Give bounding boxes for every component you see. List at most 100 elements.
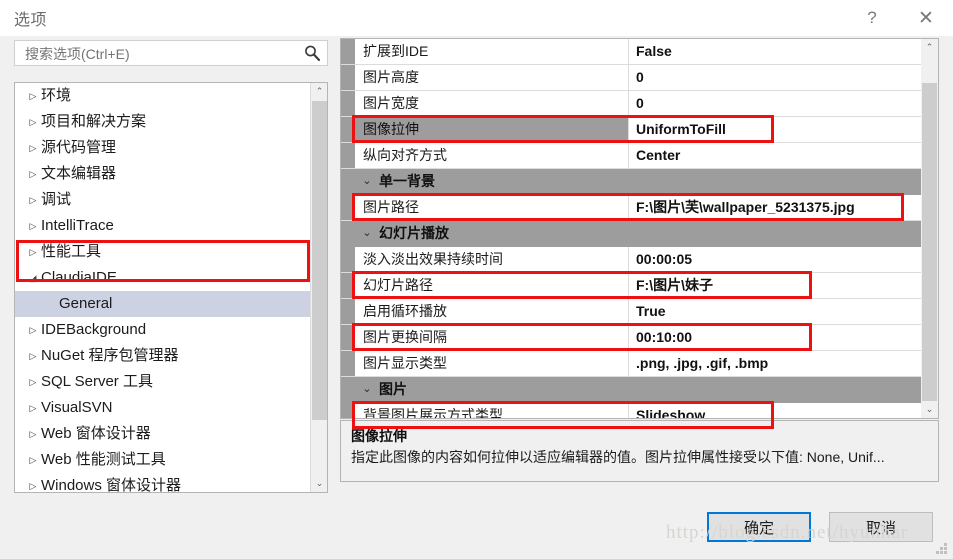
property-grid[interactable]: 扩展到IDE False 图片高度 0 图片宽度 0 图像拉伸 UniformToFill 纵向… — [340, 38, 939, 419]
property-name[interactable]: 扩展到IDE — [355, 39, 629, 64]
property-value[interactable]: 0 — [630, 65, 923, 90]
property-row[interactable]: 启用循环播放 True — [341, 299, 923, 325]
expander-collapsed-icon[interactable]: ▷ — [25, 83, 41, 109]
property-value[interactable]: False — [630, 39, 923, 64]
sidebar-item-idebackground[interactable]: ▷ IDEBackground — [15, 317, 311, 343]
row-gutter — [341, 299, 355, 324]
property-name[interactable]: 背景图片展示方式类型 — [355, 403, 629, 418]
property-value[interactable]: UniformToFill — [630, 117, 923, 142]
expander-collapsed-icon[interactable]: ▷ — [25, 395, 41, 421]
tree-scroll-thumb[interactable] — [312, 101, 327, 420]
property-row[interactable]: 图片高度 0 — [341, 65, 923, 91]
property-row[interactable]: 纵向对齐方式 Center — [341, 143, 923, 169]
property-row[interactable]: 淡入淡出效果持续时间 00:00:05 — [341, 247, 923, 273]
expander-collapsed-icon[interactable]: ▷ — [25, 161, 41, 187]
expander-collapsed-icon[interactable]: ▷ — [25, 109, 41, 135]
chevron-down-glyph: ⌄ — [315, 478, 324, 488]
category-header[interactable]: ⌄ 单一背景 — [341, 169, 923, 194]
property-row[interactable]: 图像拉伸 UniformToFill — [341, 117, 923, 143]
sidebar-item-环境[interactable]: ▷ 环境 — [15, 83, 311, 109]
property-category-row[interactable]: ⌄ 图片 — [341, 377, 923, 403]
property-name[interactable]: 图片路径 — [355, 195, 629, 220]
sidebar-item-性能工具[interactable]: ▷ 性能工具 — [15, 239, 311, 265]
property-row[interactable]: 图片宽度 0 — [341, 91, 923, 117]
sidebar-item-intellitrace[interactable]: ▷ IntelliTrace — [15, 213, 311, 239]
grid-scroll-thumb[interactable] — [922, 83, 937, 401]
help-icon[interactable]: ? — [849, 0, 895, 36]
search-box[interactable] — [14, 40, 328, 67]
property-value[interactable]: 00:00:05 — [630, 247, 923, 272]
search-icon[interactable] — [303, 44, 321, 62]
sidebar-item-调试[interactable]: ▷ 调试 — [15, 187, 311, 213]
sidebar-item-web-窗体设计器[interactable]: ▷ Web 窗体设计器 — [15, 421, 311, 447]
property-name[interactable]: 图片高度 — [355, 65, 629, 90]
property-category-row[interactable]: ⌄ 单一背景 — [341, 169, 923, 195]
property-row[interactable]: 图片更换间隔 00:10:00 — [341, 325, 923, 351]
property-value[interactable]: Slideshow — [630, 403, 923, 418]
property-name[interactable]: 图片宽度 — [355, 91, 629, 116]
sidebar-item-源代码管理[interactable]: ▷ 源代码管理 — [15, 135, 311, 161]
property-value[interactable]: 00:10:00 — [630, 325, 923, 350]
grid-scroll-down-icon[interactable]: ⌄ — [921, 401, 938, 418]
expander-expanded-icon[interactable]: ◢ — [25, 265, 41, 291]
chevron-down-icon[interactable]: ⌄ — [355, 221, 379, 246]
sidebar-item-web-性能测试工具[interactable]: ▷ Web 性能测试工具 — [15, 447, 311, 473]
property-value[interactable]: .png, .jpg, .gif, .bmp — [630, 351, 923, 376]
category-header[interactable]: ⌄ 图片 — [341, 377, 923, 402]
sidebar-item-general[interactable]: General — [15, 291, 311, 317]
search-input[interactable] — [23, 41, 299, 67]
sidebar-item-windows-窗体设计器[interactable]: ▷ Windows 窗体设计器 — [15, 473, 311, 492]
property-category-row[interactable]: ⌄ 幻灯片播放 — [341, 221, 923, 247]
expander-collapsed-icon[interactable]: ▷ — [25, 447, 41, 473]
sidebar-item-label: 项目和解决方案 — [41, 113, 147, 131]
tree-scroll-down-icon[interactable]: ⌄ — [311, 475, 327, 492]
property-row[interactable]: 扩展到IDE False — [341, 39, 923, 65]
row-gutter — [341, 117, 355, 142]
chevron-down-icon[interactable]: ⌄ — [355, 169, 379, 194]
options-tree[interactable]: ▷ 环境 ▷ 项目和解决方案 ▷ 源代码管理 ▷ 文本编辑器 ▷ 调试 ▷ IntelliTrace ▷… — [14, 82, 328, 493]
property-row[interactable]: 幻灯片路径 F:\图片\妹子 — [341, 273, 923, 299]
category-label: 单一背景 — [379, 173, 435, 189]
row-gutter — [341, 39, 355, 64]
property-value[interactable]: F:\图片\芙\wallpaper_5231375.jpg — [630, 195, 923, 220]
property-grid-scrollbar[interactable]: ⌃ ⌄ — [921, 39, 938, 418]
expander-collapsed-icon[interactable]: ▷ — [25, 369, 41, 395]
property-name[interactable]: 淡入淡出效果持续时间 — [355, 247, 629, 272]
sidebar-item-项目和解决方案[interactable]: ▷ 项目和解决方案 — [15, 109, 311, 135]
property-value[interactable]: Center — [630, 143, 923, 168]
category-header[interactable]: ⌄ 幻灯片播放 — [341, 221, 923, 246]
expander-collapsed-icon[interactable]: ▷ — [25, 421, 41, 447]
expander-collapsed-icon[interactable]: ▷ — [25, 187, 41, 213]
expander-collapsed-icon[interactable]: ▷ — [25, 239, 41, 265]
property-row[interactable]: 图片路径 F:\图片\芙\wallpaper_5231375.jpg — [341, 195, 923, 221]
expander-collapsed-icon[interactable]: ▷ — [25, 317, 41, 343]
property-name[interactable]: 幻灯片路径 — [355, 273, 629, 298]
property-name[interactable]: 图片显示类型 — [355, 351, 629, 376]
property-value[interactable]: True — [630, 299, 923, 324]
sidebar-item-visualsvn[interactable]: ▷ VisualSVN — [15, 395, 311, 421]
property-name[interactable]: 纵向对齐方式 — [355, 143, 629, 168]
sidebar-item-文本编辑器[interactable]: ▷ 文本编辑器 — [15, 161, 311, 187]
property-name[interactable]: 图像拉伸 — [355, 117, 629, 142]
close-icon[interactable]: ✕ — [903, 0, 949, 36]
property-name[interactable]: 图片更换间隔 — [355, 325, 629, 350]
expander-collapsed-icon[interactable]: ▷ — [25, 135, 41, 161]
grid-scroll-up-icon[interactable]: ⌃ — [921, 39, 938, 56]
sidebar-item-nuget-程序包管理器[interactable]: ▷ NuGet 程序包管理器 — [15, 343, 311, 369]
property-name[interactable]: 启用循环播放 — [355, 299, 629, 324]
chevron-down-icon[interactable]: ⌄ — [355, 377, 379, 402]
expander-collapsed-icon[interactable]: ▷ — [25, 213, 41, 239]
property-value[interactable]: F:\图片\妹子 — [630, 273, 923, 298]
sidebar-item-claudiaide[interactable]: ◢ ClaudiaIDE — [15, 265, 311, 291]
resize-grip-icon[interactable] — [936, 543, 948, 555]
property-row[interactable]: 背景图片展示方式类型 Slideshow — [341, 403, 923, 418]
sidebar-item-sql-server-工具[interactable]: ▷ SQL Server 工具 — [15, 369, 311, 395]
row-gutter — [341, 143, 355, 168]
tree-scroll-up-icon[interactable]: ⌃ — [311, 83, 327, 100]
expander-collapsed-icon[interactable]: ▷ — [25, 473, 41, 492]
expander-collapsed-icon[interactable]: ▷ — [25, 343, 41, 369]
category-label: 图片 — [379, 381, 407, 397]
tree-scrollbar[interactable]: ⌃ ⌄ — [310, 83, 327, 492]
property-row[interactable]: 图片显示类型 .png, .jpg, .gif, .bmp — [341, 351, 923, 377]
property-value[interactable]: 0 — [630, 91, 923, 116]
